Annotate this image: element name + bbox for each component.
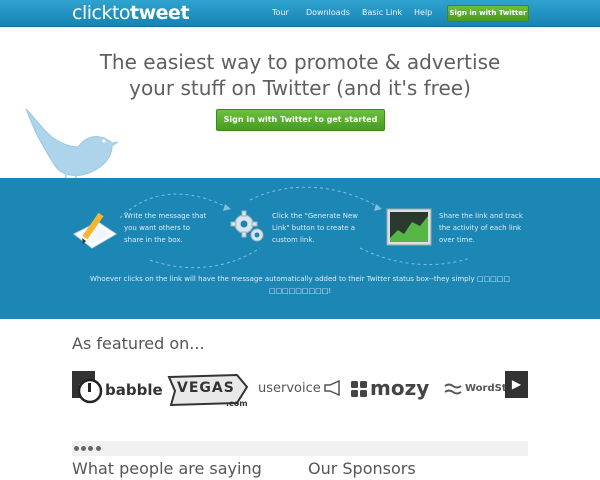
step-3-text: Share the link and track the activity of… bbox=[439, 210, 523, 246]
brand-vegas[interactable]: VEGAS bbox=[177, 380, 235, 396]
hero-section: The easiest way to promote & advertise y… bbox=[0, 27, 600, 208]
testimonials-title: What people are saying bbox=[72, 459, 262, 478]
step-2-text: Click the "Generate New Link" button to … bbox=[272, 210, 358, 246]
gears-icon bbox=[230, 210, 264, 242]
featured-title: As featured on... bbox=[72, 334, 205, 353]
nav-downloads[interactable]: Downloads bbox=[306, 0, 350, 26]
signin-top-button[interactable]: Sign in with Twitter bbox=[447, 5, 529, 22]
step-1-line-2: you want others to bbox=[124, 224, 191, 232]
pager-dot[interactable] bbox=[88, 446, 93, 451]
pencil-paper-icon bbox=[73, 212, 117, 249]
step-3-line-2: the activity of each link bbox=[439, 224, 522, 232]
mozy-logo-icon bbox=[351, 381, 367, 397]
logo-light-text: clickto bbox=[72, 2, 131, 24]
carousel-next-button[interactable]: ▶ bbox=[505, 371, 528, 398]
logo[interactable]: clicktotweet bbox=[72, 1, 190, 25]
brand-mozy[interactable]: mozy bbox=[370, 376, 429, 400]
band-footer-line-1: Whoever clicks on the link will have the… bbox=[90, 275, 510, 283]
headline-line-2: your stuff on Twitter (and it's free) bbox=[129, 76, 471, 100]
step-1-line-1: Write the message that bbox=[124, 212, 207, 220]
carousel-pager bbox=[72, 441, 528, 456]
step-1-line-3: share in the box. bbox=[124, 236, 183, 244]
chart-icon bbox=[386, 208, 432, 246]
headline-line-1: The easiest way to promote & advertise bbox=[99, 50, 501, 74]
step-3-line-3: over time. bbox=[439, 236, 475, 244]
get-started-button[interactable]: Sign in with Twitter to get started bbox=[216, 109, 385, 131]
step-2-line-2: Link" button to create a bbox=[272, 224, 356, 232]
band-footer-line-2: □□□□□□□□□! bbox=[268, 287, 332, 295]
brand-vegas-com: .com bbox=[226, 399, 248, 408]
sponsors-title: Our Sponsors bbox=[308, 459, 416, 478]
wordstream-logo-icon bbox=[444, 383, 462, 395]
step-3-line-1: Share the link and track bbox=[439, 212, 523, 220]
babble-logo-icon bbox=[77, 378, 103, 404]
top-bar: clicktotweet Tour Downloads Basic Link H… bbox=[0, 0, 600, 27]
brand-babble[interactable]: babble bbox=[105, 381, 163, 399]
step-1-text: Write the message that you want others t… bbox=[124, 210, 206, 246]
brand-uservoice[interactable]: uservoice bbox=[258, 381, 321, 396]
nav-help[interactable]: Help bbox=[414, 0, 432, 26]
pager-dot[interactable] bbox=[74, 446, 79, 451]
step-2-line-1: Click the "Generate New bbox=[272, 212, 359, 220]
band-footer-text: Whoever clicks on the link will have the… bbox=[40, 273, 560, 297]
pager-dot[interactable] bbox=[96, 446, 101, 451]
nav-basic-link[interactable]: Basic Link bbox=[362, 0, 402, 26]
megaphone-icon bbox=[324, 380, 340, 396]
pager-dot[interactable] bbox=[81, 446, 86, 451]
step-2-line-3: custom link. bbox=[272, 236, 315, 244]
logo-bold-text: tweet bbox=[130, 2, 190, 24]
headline: The easiest way to promote & advertise y… bbox=[60, 49, 540, 101]
nav-tour[interactable]: Tour bbox=[272, 0, 289, 26]
how-it-works-band: Write the message that you want others t… bbox=[0, 178, 600, 319]
chevron-right-icon: ▶ bbox=[511, 377, 522, 391]
